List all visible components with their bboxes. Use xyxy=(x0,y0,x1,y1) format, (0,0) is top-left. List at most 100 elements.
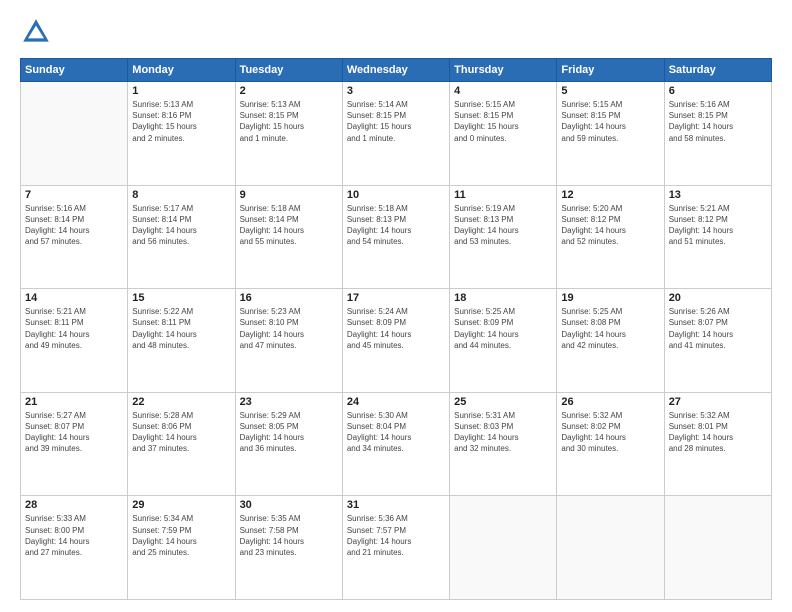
day-number: 23 xyxy=(240,396,338,408)
day-info: Sunrise: 5:35 AMSunset: 7:58 PMDaylight:… xyxy=(240,513,338,558)
day-number: 6 xyxy=(669,85,767,97)
calendar-day-cell: 13Sunrise: 5:21 AMSunset: 8:12 PMDayligh… xyxy=(664,185,771,289)
day-number: 22 xyxy=(132,396,230,408)
day-info: Sunrise: 5:16 AMSunset: 8:14 PMDaylight:… xyxy=(25,203,123,248)
day-info: Sunrise: 5:36 AMSunset: 7:57 PMDaylight:… xyxy=(347,513,445,558)
calendar-day-cell xyxy=(664,496,771,600)
calendar-day-header: Sunday xyxy=(21,59,128,82)
day-number: 19 xyxy=(561,292,659,304)
calendar-day-cell: 20 Sunrise: 5:26 AMSunset: 8:07 PMDayligh… xyxy=(664,289,771,393)
day-number: 12 xyxy=(561,189,659,201)
day-number: 9 xyxy=(240,189,338,201)
day-info: Sunrise: 5:17 AMSunset: 8:14 PMDaylight:… xyxy=(132,203,230,248)
day-info: Sunrise: 5:13 AMSunset: 8:16 PMDaylight:… xyxy=(132,99,230,144)
calendar-day-cell: 5Sunrise: 5:15 AMSunset: 8:15 PMDaylight… xyxy=(557,82,664,186)
calendar-day-cell: 31 Sunrise: 5:36 AMSunset: 7:57 PMDayligh… xyxy=(342,496,449,600)
calendar-day-header: Friday xyxy=(557,59,664,82)
day-number: 20 xyxy=(669,292,767,304)
day-info: Sunrise: 5:31 AMSunset: 8:03 PMDaylight:… xyxy=(454,410,552,455)
day-info: Sunrise: 5:26 AMSunset: 8:07 PMDaylight:… xyxy=(669,306,767,351)
day-number: 16 xyxy=(240,292,338,304)
day-number: 17 xyxy=(347,292,445,304)
day-info: Sunrise: 5:18 AMSunset: 8:13 PMDaylight:… xyxy=(347,203,445,248)
calendar-day-cell: 1 Sunrise: 5:13 AMSunset: 8:16 PMDaylight… xyxy=(128,82,235,186)
calendar-day-cell: 17Sunrise: 5:24 AMSunset: 8:09 PMDayligh… xyxy=(342,289,449,393)
calendar-day-cell: 15 Sunrise: 5:22 AMSunset: 8:11 PMDayligh… xyxy=(128,289,235,393)
page: SundayMondayTuesdayWednesdayThursdayFrid… xyxy=(0,0,792,612)
day-number: 7 xyxy=(25,189,123,201)
calendar-day-cell: 10 Sunrise: 5:18 AMSunset: 8:13 PMDayligh… xyxy=(342,185,449,289)
calendar-day-header: Thursday xyxy=(450,59,557,82)
logo-icon xyxy=(20,16,52,48)
calendar-week-row: 21Sunrise: 5:27 AMSunset: 8:07 PMDayligh… xyxy=(21,392,772,496)
calendar-table: SundayMondayTuesdayWednesdayThursdayFrid… xyxy=(20,58,772,600)
calendar-day-cell: 29 Sunrise: 5:34 AMSunset: 7:59 PMDayligh… xyxy=(128,496,235,600)
calendar-day-cell: 4Sunrise: 5:15 AMSunset: 8:15 PMDaylight… xyxy=(450,82,557,186)
day-info: Sunrise: 5:13 AMSunset: 8:15 PMDaylight:… xyxy=(240,99,338,144)
day-number: 31 xyxy=(347,499,445,511)
day-number: 27 xyxy=(669,396,767,408)
day-info: Sunrise: 5:27 AMSunset: 8:07 PMDaylight:… xyxy=(25,410,123,455)
calendar-day-cell xyxy=(557,496,664,600)
calendar-day-header: Tuesday xyxy=(235,59,342,82)
day-info: Sunrise: 5:22 AMSunset: 8:11 PMDaylight:… xyxy=(132,306,230,351)
calendar-day-cell: 14Sunrise: 5:21 AMSunset: 8:11 PMDayligh… xyxy=(21,289,128,393)
calendar-day-cell: 28Sunrise: 5:33 AMSunset: 8:00 PMDayligh… xyxy=(21,496,128,600)
calendar-day-cell: 6 Sunrise: 5:16 AMSunset: 8:15 PMDaylight… xyxy=(664,82,771,186)
calendar-day-cell: 12 Sunrise: 5:20 AMSunset: 8:12 PMDayligh… xyxy=(557,185,664,289)
day-info: Sunrise: 5:28 AMSunset: 8:06 PMDaylight:… xyxy=(132,410,230,455)
calendar-day-cell: 2Sunrise: 5:13 AMSunset: 8:15 PMDaylight… xyxy=(235,82,342,186)
calendar-day-cell: 19 Sunrise: 5:25 AMSunset: 8:08 PMDayligh… xyxy=(557,289,664,393)
day-info: Sunrise: 5:29 AMSunset: 8:05 PMDaylight:… xyxy=(240,410,338,455)
calendar-day-cell: 7 Sunrise: 5:16 AMSunset: 8:14 PMDaylight… xyxy=(21,185,128,289)
calendar-day-cell: 9 Sunrise: 5:18 AMSunset: 8:14 PMDaylight… xyxy=(235,185,342,289)
day-info: Sunrise: 5:14 AMSunset: 8:15 PMDaylight:… xyxy=(347,99,445,144)
day-number: 5 xyxy=(561,85,659,97)
calendar-week-row: 1 Sunrise: 5:13 AMSunset: 8:16 PMDaylight… xyxy=(21,82,772,186)
day-number: 28 xyxy=(25,499,123,511)
calendar-day-cell: 22 Sunrise: 5:28 AMSunset: 8:06 PMDayligh… xyxy=(128,392,235,496)
day-info: Sunrise: 5:25 AMSunset: 8:09 PMDaylight:… xyxy=(454,306,552,351)
day-info: Sunrise: 5:18 AMSunset: 8:14 PMDaylight:… xyxy=(240,203,338,248)
day-number: 30 xyxy=(240,499,338,511)
calendar-day-cell: 30 Sunrise: 5:35 AMSunset: 7:58 PMDayligh… xyxy=(235,496,342,600)
calendar-week-row: 28Sunrise: 5:33 AMSunset: 8:00 PMDayligh… xyxy=(21,496,772,600)
calendar-day-cell xyxy=(450,496,557,600)
logo xyxy=(20,16,56,48)
day-number: 18 xyxy=(454,292,552,304)
day-number: 10 xyxy=(347,189,445,201)
calendar-day-header: Monday xyxy=(128,59,235,82)
calendar-day-cell: 24 Sunrise: 5:30 AMSunset: 8:04 PMDayligh… xyxy=(342,392,449,496)
day-info: Sunrise: 5:20 AMSunset: 8:12 PMDaylight:… xyxy=(561,203,659,248)
day-info: Sunrise: 5:32 AMSunset: 8:01 PMDaylight:… xyxy=(669,410,767,455)
day-number: 15 xyxy=(132,292,230,304)
day-number: 3 xyxy=(347,85,445,97)
calendar-day-header: Saturday xyxy=(664,59,771,82)
day-number: 11 xyxy=(454,189,552,201)
calendar-day-cell: 26 Sunrise: 5:32 AMSunset: 8:02 PMDayligh… xyxy=(557,392,664,496)
day-number: 26 xyxy=(561,396,659,408)
day-info: Sunrise: 5:32 AMSunset: 8:02 PMDaylight:… xyxy=(561,410,659,455)
day-info: Sunrise: 5:30 AMSunset: 8:04 PMDaylight:… xyxy=(347,410,445,455)
day-info: Sunrise: 5:21 AMSunset: 8:11 PMDaylight:… xyxy=(25,306,123,351)
calendar-week-row: 7 Sunrise: 5:16 AMSunset: 8:14 PMDaylight… xyxy=(21,185,772,289)
day-info: Sunrise: 5:21 AMSunset: 8:12 PMDaylight:… xyxy=(669,203,767,248)
day-number: 8 xyxy=(132,189,230,201)
day-info: Sunrise: 5:23 AMSunset: 8:10 PMDaylight:… xyxy=(240,306,338,351)
day-number: 4 xyxy=(454,85,552,97)
day-number: 29 xyxy=(132,499,230,511)
calendar-day-cell: 3 Sunrise: 5:14 AMSunset: 8:15 PMDaylight… xyxy=(342,82,449,186)
calendar-day-cell: 21Sunrise: 5:27 AMSunset: 8:07 PMDayligh… xyxy=(21,392,128,496)
day-number: 24 xyxy=(347,396,445,408)
calendar-day-header: Wednesday xyxy=(342,59,449,82)
day-info: Sunrise: 5:25 AMSunset: 8:08 PMDaylight:… xyxy=(561,306,659,351)
calendar-day-cell: 8 Sunrise: 5:17 AMSunset: 8:14 PMDaylight… xyxy=(128,185,235,289)
day-number: 25 xyxy=(454,396,552,408)
day-number: 1 xyxy=(132,85,230,97)
day-info: Sunrise: 5:34 AMSunset: 7:59 PMDaylight:… xyxy=(132,513,230,558)
day-info: Sunrise: 5:16 AMSunset: 8:15 PMDaylight:… xyxy=(669,99,767,144)
calendar-day-cell: 23 Sunrise: 5:29 AMSunset: 8:05 PMDayligh… xyxy=(235,392,342,496)
calendar-week-row: 14Sunrise: 5:21 AMSunset: 8:11 PMDayligh… xyxy=(21,289,772,393)
header xyxy=(20,16,772,48)
calendar-header-row: SundayMondayTuesdayWednesdayThursdayFrid… xyxy=(21,59,772,82)
